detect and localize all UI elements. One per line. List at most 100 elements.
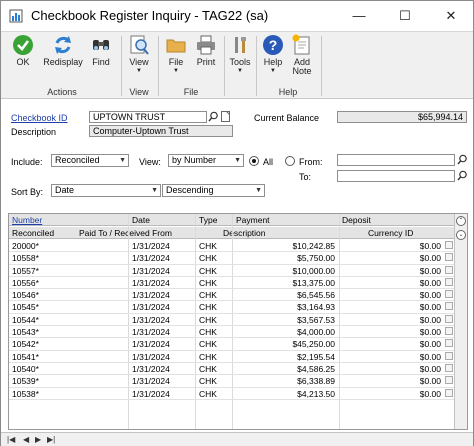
file-button[interactable]: File ▼ — [162, 34, 190, 74]
deposit-column-header[interactable]: Deposit — [342, 215, 371, 225]
type-column-header[interactable]: Type — [199, 215, 217, 225]
help-icon: ? — [263, 35, 283, 55]
payment-cell: $2,195.54 — [297, 351, 335, 362]
table-row[interactable]: 10543* 1/31/2024 CHK $4,000.00 $0.00 — [9, 326, 455, 339]
date-cell: 1/31/2024 — [132, 388, 170, 399]
type-cell: CHK — [199, 290, 217, 301]
view-button[interactable]: View ▼ — [125, 34, 153, 74]
sort-order-select[interactable]: Descending ▼ — [162, 184, 265, 197]
binoculars-icon — [93, 40, 109, 50]
row-detail-icon[interactable] — [445, 339, 453, 348]
help-button[interactable]: ? Help ▼ — [260, 34, 286, 74]
include-label: Include: — [11, 157, 43, 167]
row-detail-icon[interactable] — [445, 253, 453, 262]
from-field[interactable] — [337, 154, 455, 166]
include-select[interactable]: Reconciled ▼ — [51, 154, 129, 167]
table-row[interactable]: 10539* 1/31/2024 CHK $6,338.89 $0.00 — [9, 375, 455, 388]
table-row[interactable]: 20000* 1/31/2024 CHK $10,242.85 $0.00 — [9, 240, 455, 253]
add-note-label-line2: Note — [292, 66, 312, 76]
table-row[interactable]: 10542* 1/31/2024 CHK $45,250.00 $0.00 — [9, 338, 455, 351]
row-detail-icon[interactable] — [445, 302, 453, 311]
table-row[interactable]: 10558* 1/31/2024 CHK $5,750.00 $0.00 — [9, 252, 455, 265]
find-button[interactable]: Find — [87, 34, 115, 67]
expand-icon[interactable]: ⌄ — [456, 230, 466, 240]
deposit-cell: $0.00 — [419, 388, 441, 399]
table-row[interactable]: 10557* 1/31/2024 CHK $10,000.00 $0.00 — [9, 265, 455, 277]
all-label: All — [263, 157, 274, 167]
date-column-header[interactable]: Date — [132, 215, 150, 225]
all-radio[interactable] — [249, 156, 259, 166]
last-record-icon[interactable]: ▶| — [47, 435, 55, 444]
checkbook-id-field[interactable]: UPTOWN TRUST — [89, 111, 207, 123]
app-icon — [9, 9, 23, 23]
table-row[interactable]: 10540* 1/31/2024 CHK $4,586.25 $0.00 — [9, 363, 455, 376]
view-icon — [130, 35, 149, 55]
payment-cell: $6,545.56 — [297, 290, 335, 301]
type-cell: CHK — [199, 351, 217, 362]
chevron-down-icon: ▼ — [151, 187, 158, 194]
from-radio[interactable] — [285, 156, 295, 166]
deposit-cell: $0.00 — [419, 302, 441, 313]
row-detail-icon[interactable] — [445, 388, 453, 397]
next-record-icon[interactable]: ▶ — [35, 435, 41, 444]
maximize-button[interactable]: ☐ — [385, 4, 425, 28]
row-detail-icon[interactable] — [445, 376, 453, 385]
row-detail-icon[interactable] — [445, 265, 453, 274]
minimize-button[interactable]: — — [339, 4, 379, 28]
close-button[interactable]: ✕ — [431, 4, 471, 28]
svg-text:?: ? — [269, 37, 278, 53]
number-cell: 10541* — [12, 351, 39, 362]
collapse-icon[interactable]: ⌃ — [456, 216, 466, 226]
payment-column-header[interactable]: Payment — [236, 215, 270, 225]
row-detail-icon[interactable] — [445, 241, 453, 249]
table-row[interactable]: 10544* 1/31/2024 CHK $3,567.53 $0.00 — [9, 314, 455, 327]
row-detail-icon[interactable] — [445, 277, 453, 286]
table-row[interactable]: 10546* 1/31/2024 CHK $6,545.56 $0.00 — [9, 289, 455, 302]
from-lookup-icon[interactable] — [457, 154, 468, 165]
view-dropdown-arrow: ▼ — [136, 68, 142, 74]
checkbook-id-link[interactable]: Checkbook ID — [11, 113, 68, 123]
number-cell: 10538* — [12, 388, 39, 399]
sort-by-select[interactable]: Date ▼ — [51, 184, 161, 197]
currency-id-column-header[interactable]: Currency ID — [368, 228, 413, 238]
date-cell: 1/31/2024 — [132, 290, 170, 301]
to-field[interactable] — [337, 170, 455, 182]
row-detail-icon[interactable] — [445, 363, 453, 372]
previous-record-icon[interactable]: ◀ — [23, 435, 29, 444]
record-navigation-bar: |◀ ◀ ▶ ▶| — [1, 432, 473, 446]
row-detail-icon[interactable] — [445, 290, 453, 299]
table-row[interactable]: 10545* 1/31/2024 CHK $3,164.93 $0.00 — [9, 301, 455, 314]
include-value: Reconciled — [55, 155, 100, 165]
current-balance-field: $65,994.14 — [337, 111, 467, 123]
table-row[interactable]: 10556* 1/31/2024 CHK $13,375.00 $0.00 — [9, 277, 455, 290]
redisplay-button[interactable]: Redisplay — [41, 34, 85, 67]
number-cell: 10545* — [12, 302, 39, 313]
deposit-cell: $0.00 — [419, 314, 441, 325]
row-detail-icon[interactable] — [445, 327, 453, 336]
number-column-header[interactable]: Number — [12, 215, 42, 225]
print-button[interactable]: Print — [192, 34, 220, 67]
first-record-icon[interactable]: |◀ — [7, 435, 15, 444]
to-lookup-icon[interactable] — [457, 170, 468, 181]
ribbon-separator — [121, 36, 122, 96]
table-row[interactable]: 10541* 1/31/2024 CHK $2,195.54 $0.00 — [9, 351, 455, 363]
view-select[interactable]: by Number ▼ — [168, 154, 244, 167]
tools-dropdown-arrow: ▼ — [237, 68, 243, 74]
file-label: File — [168, 57, 184, 67]
tools-button[interactable]: Tools ▼ — [227, 34, 253, 74]
add-note-button[interactable]: Add Note — [289, 34, 315, 76]
row-detail-icon[interactable] — [445, 314, 453, 323]
description-column-header[interactable]: Description — [223, 228, 266, 238]
note-icon[interactable] — [220, 111, 231, 122]
table-row[interactable]: 10538* 1/31/2024 CHK $4,213.50 $0.00 — [9, 388, 455, 400]
ribbon-toolbar: OK Redisplay Find Actions View ▼ View Fi… — [1, 31, 473, 99]
tools-label: Tools — [229, 57, 251, 67]
ok-button[interactable]: OK — [9, 34, 37, 67]
date-cell: 1/31/2024 — [132, 339, 170, 350]
lookup-icon[interactable] — [208, 111, 219, 122]
row-detail-icon[interactable] — [445, 351, 453, 360]
reconciled-column-header[interactable]: Reconciled — [12, 228, 54, 238]
deposit-cell: $0.00 — [419, 363, 441, 374]
paid-to-column-header[interactable]: Paid To / Received From — [79, 228, 172, 238]
deposit-cell: $0.00 — [419, 277, 441, 288]
